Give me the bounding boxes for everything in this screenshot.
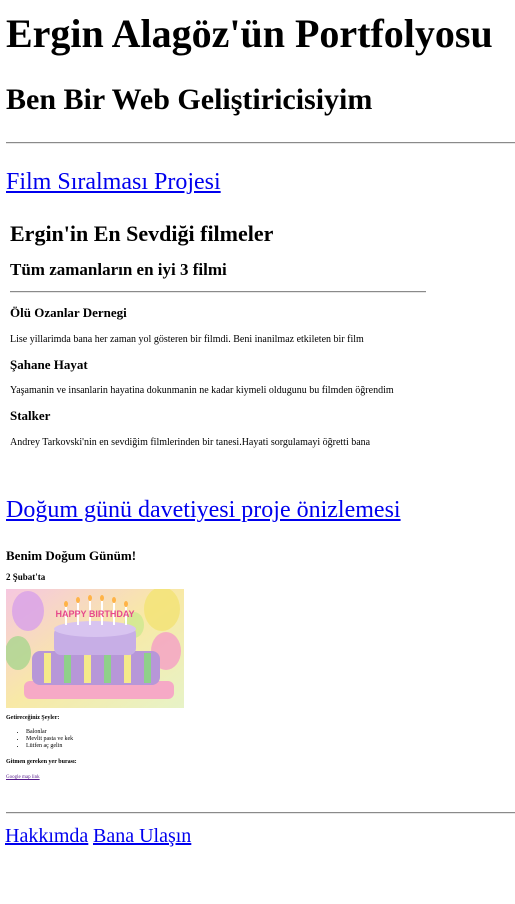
- divider-bottom: [6, 812, 515, 814]
- google-map-link[interactable]: Google map link: [6, 774, 40, 781]
- movie-description: Lise yillarimda bana her zaman yol göste…: [10, 334, 364, 345]
- film-project-preview: Ergin'in En Sevdiği filmeler Tüm zamanla…: [6, 210, 515, 475]
- list-item: Lütfen aç gelin: [26, 743, 73, 750]
- bring-list-title: Getireceğiniz Şeyler:: [6, 715, 60, 721]
- divider-top: [6, 142, 515, 144]
- movie-description: Andrey Tarkovski'nin en sevdiğim filmler…: [10, 437, 371, 448]
- movie-title: Şahane Hayat: [10, 357, 88, 372]
- cake-topper-text: HAPPY BIRTHDAY: [55, 609, 134, 619]
- film-project-link[interactable]: Film Sıralması Projesi: [6, 168, 221, 196]
- movie-title: Ölü Ozanlar Dernegi: [10, 305, 127, 320]
- birthday-project-link[interactable]: Doğum günü davetiyesi proje önizlemesi: [6, 496, 401, 524]
- film-divider: [10, 291, 426, 293]
- list-item: Balonlar: [26, 729, 73, 736]
- about-link[interactable]: Hakkımda: [5, 825, 88, 847]
- contact-link[interactable]: Bana Ulaşın: [93, 825, 191, 847]
- film-page-title: Ergin'in En Sevdiği filmeler: [10, 221, 274, 246]
- movie-description: Yaşamanin ve insanlarin hayatina dokunma…: [10, 385, 394, 396]
- page-title: Ergin Alagöz'ün Portfolyosu: [6, 11, 493, 56]
- list-item: Mevlit pasta ve kek: [26, 736, 73, 743]
- film-page-subtitle: Tüm zamanların en iyi 3 filmi: [10, 260, 227, 279]
- page-subtitle: Ben Bir Web Geliştiricisiyim: [6, 83, 373, 116]
- location-title: Gitmen gereken yer burası:: [6, 759, 77, 765]
- birthday-cake-image: HAPPY BIRTHDAY: [6, 589, 184, 708]
- birthday-date: 2 Şubat'ta: [6, 572, 46, 582]
- birthday-page-title: Benim Doğum Günüm!: [6, 548, 137, 563]
- movie-title: Stalker: [10, 408, 51, 423]
- birthday-project-preview: Benim Doğum Günüm! 2 Şubat'ta HAPPY BIRT…: [6, 545, 515, 795]
- bring-list: Balonlar Mevlit pasta ve kek Lütfen aç g…: [20, 729, 73, 750]
